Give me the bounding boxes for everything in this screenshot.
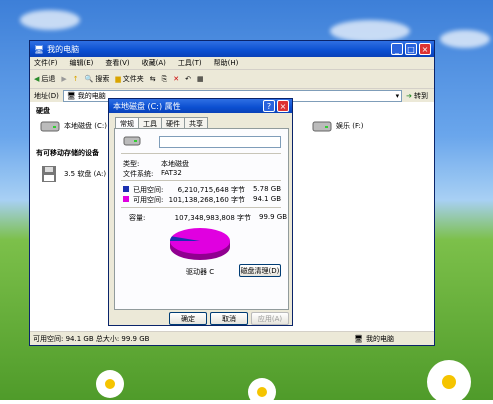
- undo-icon: ↶: [185, 75, 191, 83]
- filesystem-label: 文件系统:: [123, 170, 154, 178]
- computer-icon: 🖥: [354, 334, 363, 343]
- status-bar: 可用空间: 94.1 GB 总大小: 99.9 GB 🖥 我的电脑: [30, 331, 434, 345]
- search-label: 搜索: [95, 75, 110, 83]
- divider: [121, 180, 281, 181]
- forward-arrow-icon: ▶: [61, 75, 67, 83]
- dialog-title: 本地磁盘 (C:) 属性: [113, 101, 181, 111]
- type-value: 本地磁盘: [161, 160, 189, 168]
- used-size: 5.78 GB: [253, 185, 282, 193]
- delete-button[interactable]: ✕: [173, 75, 179, 83]
- cancel-button[interactable]: 取消: [210, 312, 248, 325]
- search-icon: 🔍: [84, 75, 94, 83]
- menu-bar: 文件(F) 编辑(E) 查看(V) 收藏(A) 工具(T) 帮助(H): [30, 57, 434, 70]
- search-button[interactable]: 🔍 搜索: [85, 74, 110, 84]
- menu-tools[interactable]: 工具(T): [178, 58, 202, 68]
- up-button[interactable]: ↑: [73, 75, 79, 83]
- flower-icon: [96, 370, 124, 398]
- back-label: 后退: [41, 75, 56, 83]
- explorer-titlebar[interactable]: 🖥 我的电脑 _ □ ×: [30, 41, 434, 57]
- folders-label: 文件夹: [122, 75, 144, 83]
- hard-disk-icon: [312, 121, 332, 132]
- drive-c[interactable]: 本地磁盘 (C:): [40, 120, 107, 132]
- filesystem-value: FAT32: [161, 169, 182, 177]
- status-location: 我的电脑: [366, 334, 394, 343]
- menu-edit[interactable]: 编辑(E): [70, 58, 94, 68]
- apply-button[interactable]: 应用(A): [251, 312, 289, 325]
- copy-button[interactable]: ⎘: [162, 75, 168, 84]
- divider: [121, 207, 281, 208]
- general-panel: 类型: 本地磁盘 文件系统: FAT32 已用空间: 6,210,715,648 字…: [114, 128, 289, 310]
- computer-icon: 🖥: [66, 92, 76, 100]
- cloud: [440, 30, 490, 48]
- drive-f-label: 娱乐 (F:): [336, 122, 364, 130]
- drive-c-label: 本地磁盘 (C:): [64, 122, 107, 130]
- close-button[interactable]: ×: [419, 43, 431, 55]
- back-arrow-icon: ◀: [34, 75, 40, 83]
- menu-file[interactable]: 文件(F): [34, 58, 58, 68]
- views-icon: ▦: [197, 75, 204, 83]
- hard-disk-icon: [123, 136, 141, 146]
- capacity-size: 99.9 GB: [259, 213, 288, 221]
- address-label: 地址(D): [34, 92, 59, 100]
- address-value: 我的电脑: [77, 92, 106, 100]
- free-bytes: 101,138,268,160 字节: [168, 196, 245, 204]
- maximize-button[interactable]: □: [405, 43, 417, 55]
- capacity-label: 容量:: [129, 214, 146, 222]
- disk-usage-pie-chart: [170, 228, 230, 260]
- dialog-titlebar[interactable]: 本地磁盘 (C:) 属性 ? ×: [109, 99, 292, 113]
- status-free-space: 可用空间: 94.1 GB 总大小: 99.9 GB: [33, 334, 150, 343]
- type-label: 类型:: [123, 160, 140, 168]
- drive-a-label: 3.5 软盘 (A:): [64, 170, 107, 178]
- folders-button[interactable]: ▆ 文件夹: [115, 74, 143, 84]
- undo-button[interactable]: ↶: [185, 75, 191, 83]
- menu-view[interactable]: 查看(V): [105, 58, 129, 68]
- hard-disk-icon: [40, 121, 60, 132]
- cloud: [330, 20, 410, 42]
- explorer-title: 我的电脑: [47, 44, 80, 54]
- section-removable: 有可移动存储的设备: [36, 149, 99, 157]
- toolbar: ◀ 后退 ▶ ↑ 🔍 搜索 ▆ 文件夹 ⇆ ⎘ ✕ ↶ ▦: [30, 70, 434, 89]
- computer-icon: 🖥: [34, 44, 45, 54]
- floppy-drive-icon: [42, 166, 56, 182]
- disk-cleanup-button[interactable]: 磁盘清理(D): [239, 264, 281, 277]
- drive-f[interactable]: 娱乐 (F:): [312, 120, 364, 132]
- forward-button[interactable]: ▶: [61, 75, 66, 83]
- copy-icon: ⎘: [161, 74, 168, 83]
- flower-icon: [427, 360, 471, 402]
- properties-dialog: 本地磁盘 (C:) 属性 ? × 常规 工具 硬件 共享 类型: 本地磁盘 文件系…: [108, 98, 293, 326]
- used-color-swatch: [123, 186, 129, 192]
- help-button[interactable]: ?: [263, 100, 275, 112]
- divider: [121, 153, 281, 154]
- free-color-swatch: [123, 196, 129, 202]
- folder-icon: ▆: [115, 75, 121, 83]
- go-button[interactable]: 转到: [414, 91, 428, 101]
- menu-help[interactable]: 帮助(H): [214, 58, 239, 68]
- ok-button[interactable]: 确定: [169, 312, 207, 325]
- drive-label: 驱动器 C: [186, 268, 215, 276]
- go-arrow-icon[interactable]: ➔: [406, 92, 412, 100]
- folder-up-icon: ↑: [72, 75, 79, 83]
- move-button[interactable]: ⇆: [150, 75, 156, 83]
- move-icon: ⇆: [149, 75, 156, 83]
- free-label: 可用空间:: [133, 196, 164, 204]
- capacity-bytes: 107,348,983,808 字节: [174, 214, 251, 222]
- used-label: 已用空间:: [133, 186, 164, 194]
- back-button[interactable]: ◀ 后退: [34, 74, 55, 84]
- volume-name-input[interactable]: [159, 136, 281, 148]
- used-bytes: 6,210,715,648 字节: [177, 186, 245, 194]
- cloud: [20, 10, 80, 30]
- menu-favorites[interactable]: 收藏(A): [142, 58, 166, 68]
- drive-a[interactable]: 3.5 软盘 (A:): [40, 164, 106, 184]
- free-size: 94.1 GB: [253, 195, 282, 203]
- delete-icon: ✕: [173, 75, 180, 83]
- minimize-button[interactable]: _: [391, 43, 403, 55]
- dialog-close-button[interactable]: ×: [277, 100, 289, 112]
- dropdown-icon[interactable]: ▾: [396, 92, 400, 100]
- section-hard-disks: 硬盘: [36, 107, 50, 115]
- views-button[interactable]: ▦: [197, 75, 204, 83]
